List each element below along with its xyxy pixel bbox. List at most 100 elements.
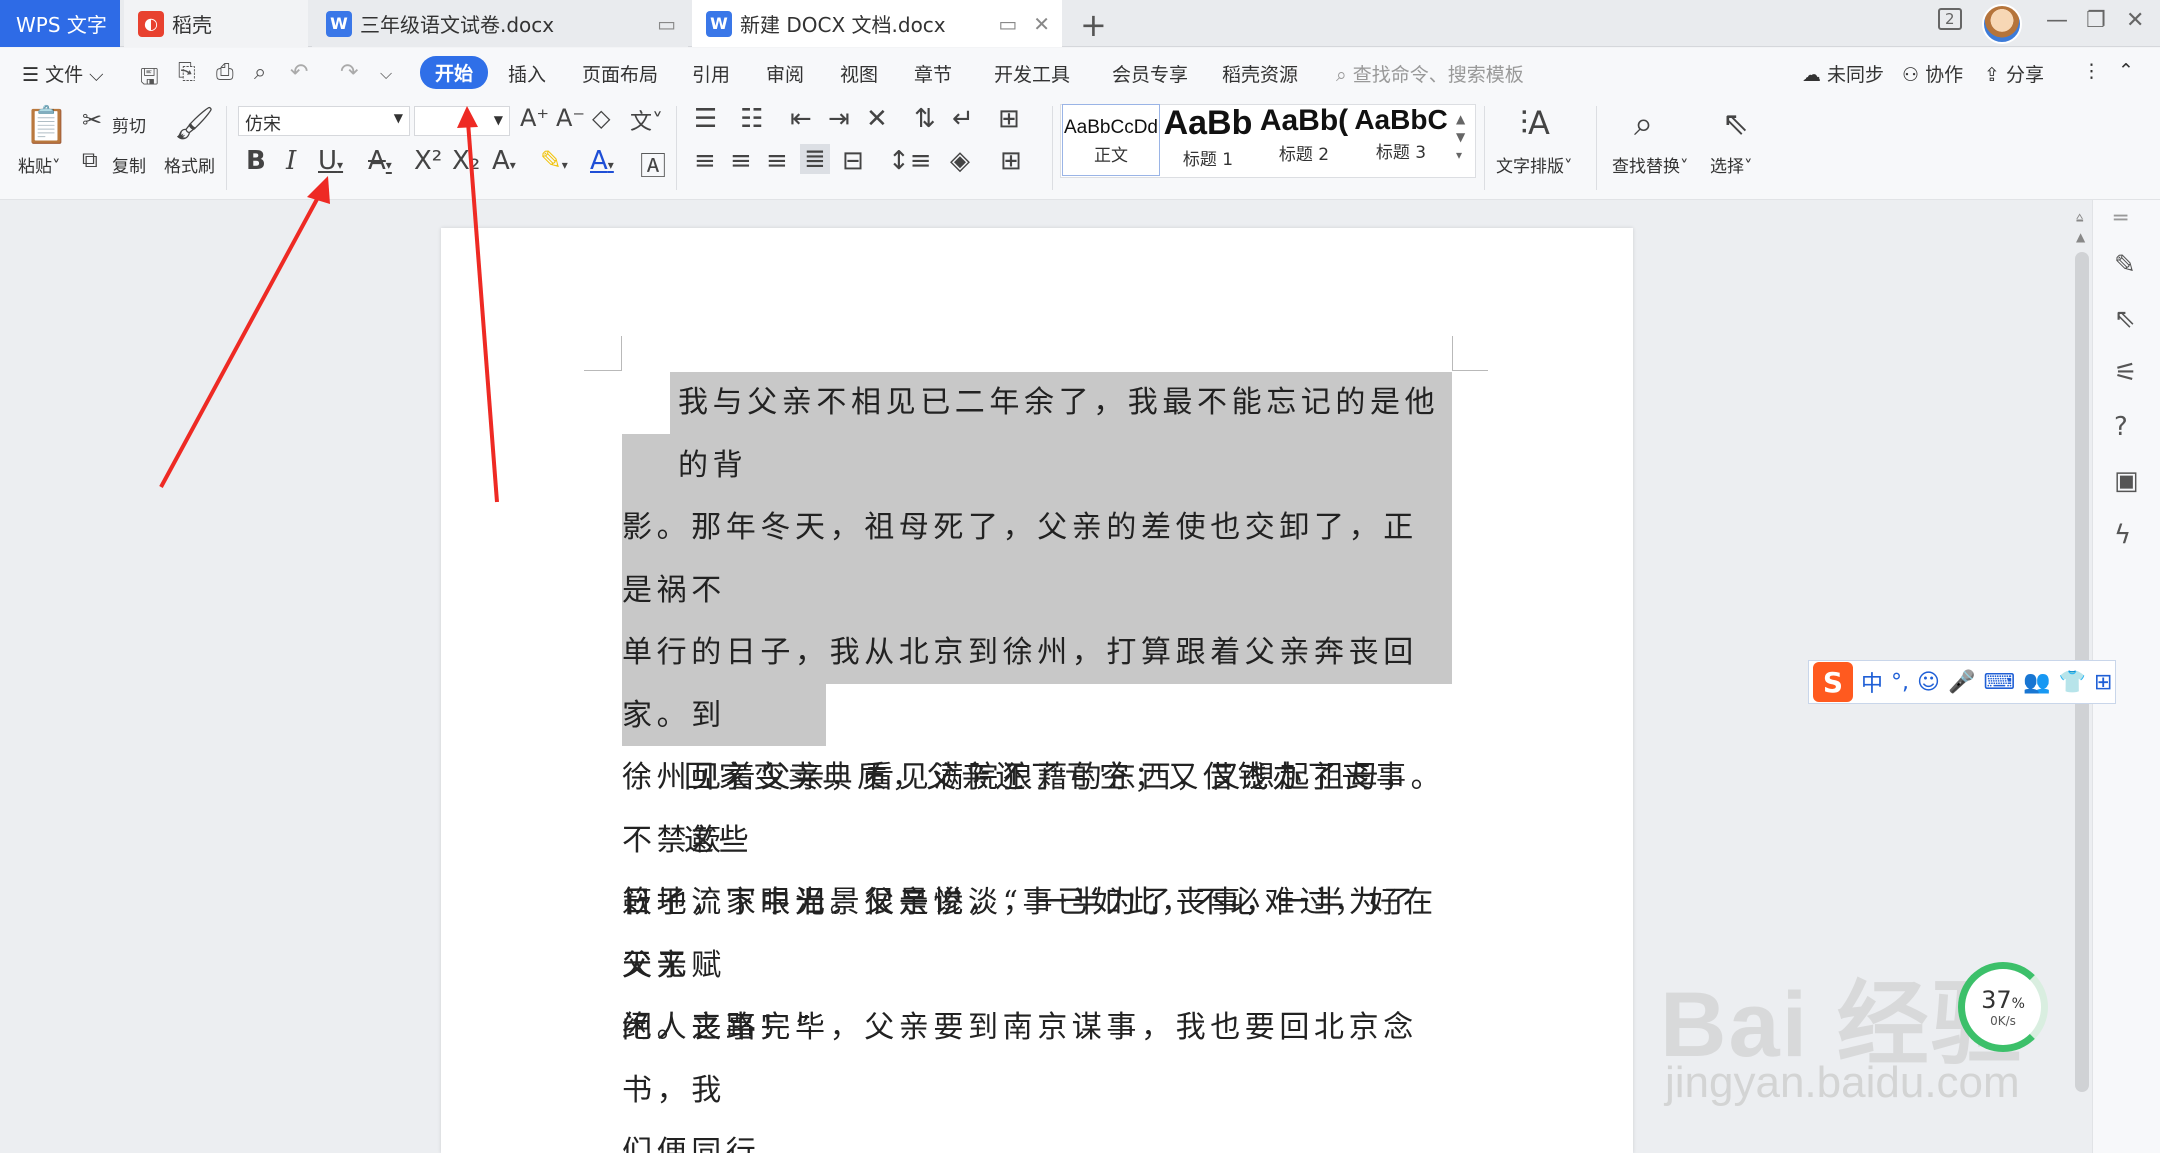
bullet-list-icon[interactable]: ☰ [694,104,717,134]
find-replace-icon[interactable]: ⌕ [1634,104,1653,144]
strikethrough-icon[interactable]: A▾ [368,146,392,176]
skin-icon[interactable]: 👕 [2059,670,2086,695]
align-left-icon[interactable]: ≡ [694,146,716,176]
subscript-icon[interactable]: X₂ [452,146,480,176]
format-painter-button[interactable]: 格式刷 [164,152,215,177]
text-layout-button[interactable]: 文字排版˅ [1496,152,1573,177]
font-color-icon[interactable]: A▾ [590,146,614,176]
file-menu[interactable]: ☰ 文件 ⌵ [22,60,104,87]
tab-chapter[interactable]: 章节 [914,60,952,87]
float-window-icon[interactable]: ▭ [657,12,676,36]
style-heading-1[interactable]: AaBb 标题 1 [1162,104,1254,176]
bold-icon[interactable]: B [246,146,266,176]
select-button[interactable]: 选择˅ [1710,152,1753,177]
adjust-icon[interactable]: ⚟ [2114,358,2137,388]
wps-app-tab[interactable]: WPS 文字 [0,0,120,47]
paste-icon[interactable]: 📋 [24,104,69,146]
paste-button[interactable]: 粘贴˅ [18,152,61,177]
style-normal[interactable]: AaBbCcDd 正文 [1062,104,1160,176]
tab-member[interactable]: 会员专享 [1112,60,1188,87]
collapse-ribbon-icon[interactable]: ⌃ [2118,60,2134,82]
scroll-up-icon[interactable]: ▲ [2076,230,2085,244]
chinese-layout-icon[interactable]: ✕ [866,104,888,134]
char-border-icon[interactable]: 🄰 [640,146,666,183]
tab-references[interactable]: 引用 [692,60,730,87]
apps-grid-icon[interactable]: ⊞ [2094,670,2112,695]
tab-home[interactable]: 开始 [420,56,489,89]
decrease-indent-icon[interactable]: ⇤ [790,104,812,134]
tab-doc-exam[interactable]: W 三年级语文试卷.docx ▭ [312,0,688,47]
shading-icon[interactable]: ◈ [950,146,970,176]
window-count-icon[interactable]: 2 [1938,8,1962,30]
tab-daoke[interactable]: ◐ 稻壳 [124,0,308,47]
network-speed-widget[interactable]: 37% 0K/s [1958,962,2048,1052]
help-icon[interactable]: ? [2114,412,2128,442]
distributed-icon[interactable]: ⊟ [842,146,864,176]
share-button[interactable]: ⇪ 分享 [1984,60,2044,87]
tab-insert[interactable]: 插入 [508,60,546,87]
cut-icon[interactable]: ✂ [82,106,102,134]
paragraph-2[interactable]: 回家变卖典质，父亲还了亏空；又借钱办了丧事。这些 日子，家中光景很是惨淡，一半为… [622,747,1452,1153]
lightning-icon[interactable]: ϟ [2114,520,2131,550]
underline-icon[interactable]: U▾ [318,146,343,176]
command-search[interactable]: ⌕ 查找命令、搜索模板 [1336,60,1524,87]
line-spacing-icon[interactable]: ↕≡ [888,146,932,176]
numbered-list-icon[interactable]: ☷ [740,104,763,134]
style-heading-3[interactable]: AaBbC 标题 3 [1354,104,1448,176]
ime-toolbar[interactable]: S 中 °, ☺ 🎤 ⌨ 👥 👕 ⊞ [1808,660,2116,704]
find-replace-button[interactable]: 查找替换˅ [1612,152,1689,177]
tab-daoke-resources[interactable]: 稻壳资源 [1222,60,1298,87]
borders-icon[interactable]: ⊞ [1000,146,1022,176]
justify-icon[interactable]: ≣ [800,144,830,174]
print-icon[interactable]: ⎙ [216,60,234,85]
cursor-icon[interactable]: ⇖ [2114,304,2136,334]
superscript-icon[interactable]: X² [414,146,442,176]
new-tab-button[interactable]: + [1080,6,1107,44]
close-window-icon[interactable]: ✕ [2126,8,2144,33]
print-preview-icon[interactable]: ⌕ [254,60,266,85]
microphone-icon[interactable]: 🎤 [1948,670,1975,695]
align-right-icon[interactable]: ≡ [766,146,788,176]
customize-toolbar-icon[interactable]: ⌵ [380,64,392,84]
font-name-select[interactable]: 仿宋 ▼ [238,106,410,136]
format-painter-icon[interactable]: 🖌 [174,104,215,142]
tab-page-layout[interactable]: 页面布局 [582,60,658,87]
minimize-icon[interactable]: — [2046,8,2068,33]
font-size-select[interactable]: ▼ [414,106,510,136]
grow-font-icon[interactable]: A⁺ [520,104,549,132]
cut-button[interactable]: 剪切 [112,112,146,137]
punctuation-icon[interactable]: °, [1891,670,1909,695]
tab-review[interactable]: 审阅 [766,60,804,87]
export-pdf-icon[interactable]: ⎘ [178,60,196,85]
style-heading-2[interactable]: AaBb( 标题 2 [1258,104,1350,176]
tab-developer[interactable]: 开发工具 [994,60,1070,87]
close-tab-icon[interactable]: ✕ [1033,12,1050,36]
user-icon[interactable]: 👥 [2023,670,2050,695]
scroll-top-icon[interactable]: ⩠ [2076,210,2083,225]
collab-button[interactable]: ⚇ 协作 [1902,60,1963,87]
align-center-icon[interactable]: ≡ [730,146,752,176]
ime-mode[interactable]: 中 [1861,666,1883,698]
show-marks-icon[interactable]: ↵ [952,104,974,134]
tab-view[interactable]: 视图 [840,60,878,87]
highlight-icon[interactable]: ✎▾ [540,146,568,176]
shrink-font-icon[interactable]: A⁻ [556,104,585,132]
clear-format-icon[interactable]: ◇ [592,104,610,132]
redo-icon[interactable]: ↷ [340,60,358,85]
italic-icon[interactable]: I [286,146,296,176]
copy-button[interactable]: 复制 [112,152,146,177]
phonetic-guide-icon[interactable]: 文˅ [630,104,663,136]
copy-icon[interactable]: ⧉ [82,148,98,173]
pen-icon[interactable]: ✎ [2114,250,2136,280]
undo-icon[interactable]: ↶ [290,60,308,85]
sync-status[interactable]: ☁ 未同步 [1802,60,1884,87]
restore-icon[interactable]: ❐ [2086,8,2106,33]
keyboard-icon[interactable]: ⌨ [1983,670,2015,695]
float-window-icon[interactable]: ▭ [998,12,1017,36]
text-effect-icon[interactable]: A▾ [492,146,516,176]
sidebar-collapse-icon[interactable]: ═ [2114,206,2127,231]
tab-doc-new[interactable]: W 新建 DOCX 文档.docx ▭ ✕ [692,0,1062,47]
save-icon[interactable]: 🖫 [140,60,159,98]
select-cursor-icon[interactable]: ⇖ [1722,104,1749,142]
table-layout-icon[interactable]: ⊞ [998,104,1020,134]
